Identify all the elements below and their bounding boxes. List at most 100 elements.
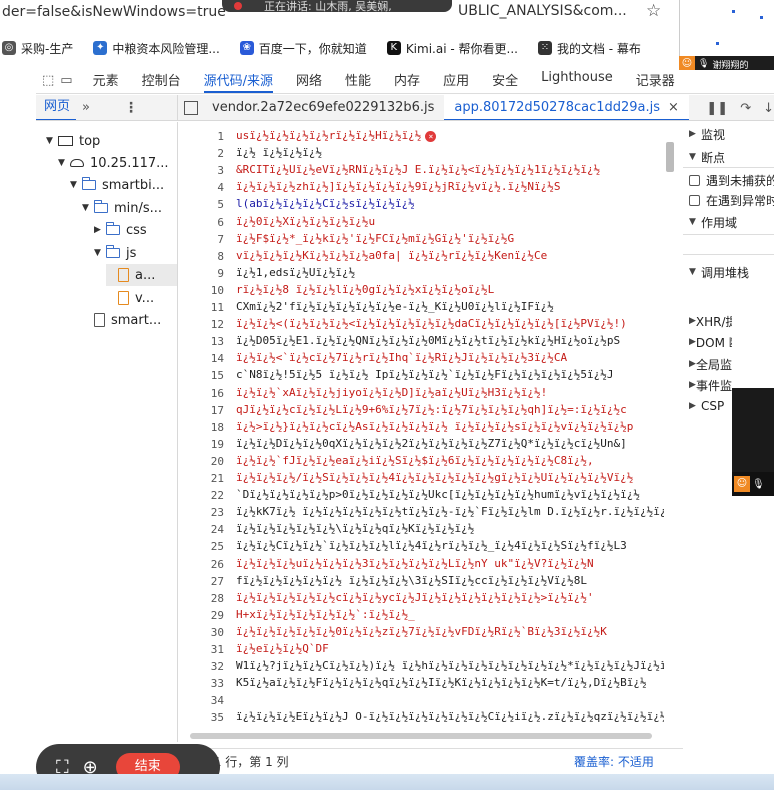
line-number[interactable]: 31 [178,643,224,656]
file-tab[interactable]: app.80172d50278cac1dd29a.js × [444,95,689,120]
tab-0[interactable]: 元素 [93,70,119,93]
tree-item[interactable]: ▼ min/s... [82,197,162,219]
line-number[interactable]: 7 [178,233,224,246]
tab-7[interactable]: 安全 [492,70,518,93]
line-number[interactable]: 22 [178,489,224,502]
line-number[interactable]: 29 [178,609,224,622]
line-number[interactable]: 4 [178,181,224,194]
line-number[interactable]: 25 [178,540,224,553]
expand-arrow-icon[interactable]: ▶ [94,225,106,235]
tab-3[interactable]: 网络 [296,70,322,93]
debugger-section[interactable]: ▶ 全局监 [689,354,732,374]
debugger-section[interactable]: 遇到未捕获的 [689,170,774,190]
line-number[interactable]: 23 [178,506,224,519]
tree-item[interactable]: ▼ js [94,242,136,264]
debugger-section[interactable]: ▶ 事件监 [689,375,732,395]
tab-page[interactable]: 网页 [36,95,77,120]
collapse-arrow-icon[interactable]: ▼ [82,203,94,213]
line-number[interactable]: 18 [178,421,224,434]
line-number[interactable]: 20 [178,455,224,468]
line-number[interactable]: 34 [178,694,224,707]
line-number[interactable]: 33 [178,677,224,690]
line-number[interactable]: 21 [178,472,224,485]
tab-2[interactable]: 源代码/来源 [203,70,274,93]
line-number[interactable]: 24 [178,523,224,536]
line-number[interactable]: 9 [178,267,224,280]
bookmark-item[interactable]: ✦ 中粮资本风险管理... [93,40,220,57]
kebab-menu-icon[interactable]: ⋮ [124,100,138,116]
line-number[interactable]: 35 [178,711,224,724]
bookmark-item[interactable]: ◎ 采购-生产 [2,40,73,57]
collapse-arrow-icon[interactable]: ▼ [58,158,70,168]
line-number[interactable]: 6 [178,216,224,229]
toggle-navigator-icon[interactable] [184,100,198,115]
collapse-arrow-icon[interactable]: ▼ [689,217,701,227]
tree-item[interactable]: ▶ css [94,219,147,241]
debugger-section[interactable]: ▶ CSP [689,396,732,416]
line-number[interactable]: 2 [178,147,224,160]
coverage-status[interactable]: 覆盖率: 不适用 [574,753,654,770]
line-number[interactable]: 28 [178,592,224,605]
collapse-arrow-icon[interactable]: ▼ [94,248,106,258]
line-number[interactable]: 30 [178,626,224,639]
file-tab[interactable]: vendor.2a72ec69efe0229132b6.js [202,95,444,120]
expand-arrow-icon[interactable]: ▶ [689,129,701,139]
error-icon[interactable]: × [425,130,437,142]
inspect-element-icon[interactable]: ⬚ [42,73,54,91]
tab-8[interactable]: Lighthouse [541,70,613,93]
line-number[interactable]: 27 [178,575,224,588]
bookmark-item[interactable]: ⁙ 我的文档 - 幕布 [537,40,641,57]
tab-6[interactable]: 应用 [443,70,469,93]
line-number[interactable]: 32 [178,660,224,673]
vertical-scrollbar[interactable] [666,142,674,172]
debugger-section[interactable]: ▼ 调用堆栈 [689,262,749,282]
bookmark-item[interactable]: ❀ 百度一下，你就知道 [239,40,367,57]
checkbox[interactable] [689,174,700,186]
tab-9[interactable]: 记录器 [636,70,675,93]
line-number[interactable]: 26 [178,558,224,571]
tree-item[interactable]: ▼ top [46,130,100,152]
more-tabs-icon[interactable]: » [82,100,90,115]
close-tab-icon[interactable]: × [668,100,679,115]
line-number[interactable]: 19 [178,438,224,451]
code-editor[interactable]: 1 2 3 4 5 6 7 8 9 10 11 12 13 14 15 16 17 18 19 20 21 22 23 24 2… [178,122,678,742]
checkbox[interactable] [689,194,700,206]
line-number[interactable]: 17 [178,404,224,417]
expand-arrow-icon[interactable]: ▶ [689,337,696,347]
debugger-section[interactable]: ▶DOM 断点 [689,332,732,352]
line-number[interactable]: 12 [178,318,224,331]
debugger-section[interactable]: 在遇到异常时 [689,190,774,210]
expand-arrow-icon[interactable]: ▶ [689,316,696,326]
tree-item[interactable]: v... [106,287,154,309]
line-number[interactable]: 5 [178,198,224,211]
collapse-arrow-icon[interactable]: ▼ [689,152,701,162]
tab-4[interactable]: 性能 [345,70,371,93]
collapse-arrow-icon[interactable]: ▼ [689,267,701,277]
line-number[interactable]: 8 [178,250,224,263]
tree-item[interactable]: a... [106,264,177,286]
line-number[interactable]: 11 [178,301,224,314]
horizontal-scrollbar[interactable] [178,730,678,742]
bookmark-star-icon[interactable]: ☆ [646,1,661,21]
debugger-section[interactable]: ▶XHR/提取断点 [689,311,732,331]
collapse-arrow-icon[interactable]: ▼ [70,180,82,190]
device-toolbar-icon[interactable]: ▭ [60,73,72,91]
tree-item[interactable]: smart... [82,309,161,331]
line-number[interactable]: 16 [178,387,224,400]
line-number[interactable]: 13 [178,335,224,348]
line-number[interactable]: 3 [178,164,224,177]
step-into-icon[interactable]: ↓ [763,101,774,116]
expand-arrow-icon[interactable]: ▶ [689,359,696,369]
pause-icon[interactable]: ❚❚ [706,101,728,116]
line-number[interactable]: 1 [178,130,224,143]
line-number[interactable]: 14 [178,352,224,365]
line-number[interactable]: 10 [178,284,224,297]
debugger-section[interactable]: ▼ 作用域 [689,212,737,232]
tree-item[interactable]: ▼ 10.25.117... [58,152,169,174]
expand-arrow-icon[interactable]: ▶ [689,380,696,390]
tab-5[interactable]: 内存 [394,70,420,93]
tab-1[interactable]: 控制台 [142,70,181,93]
collapse-arrow-icon[interactable]: ▼ [46,136,58,146]
bookmark-item[interactable]: K Kimi.ai - 帮你看更... [386,40,518,57]
tree-item[interactable]: ▼ smartbi... [70,174,164,196]
